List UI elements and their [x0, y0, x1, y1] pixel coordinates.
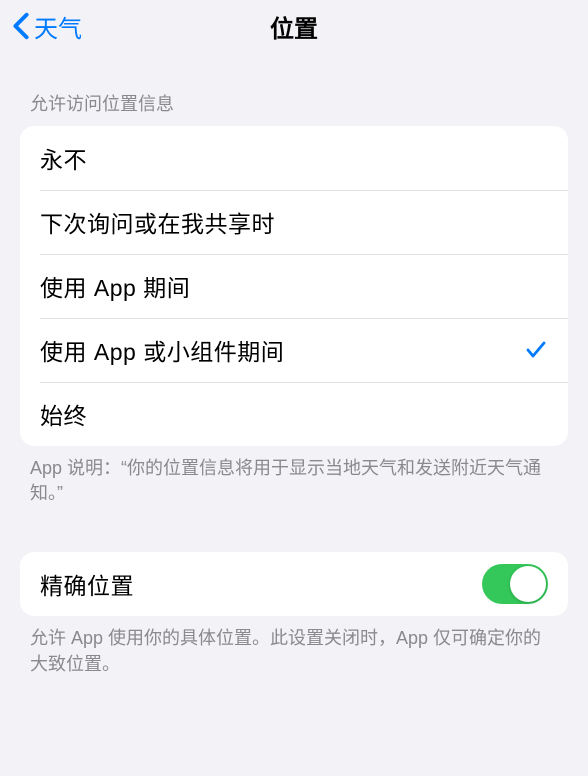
- nav-bar: 天气 位置: [0, 0, 588, 52]
- spacer: [0, 506, 588, 552]
- content: 允许访问位置信息 永不 下次询问或在我共享时 使用 App 期间 使用 App …: [0, 52, 588, 677]
- toggle-knob: [510, 566, 546, 602]
- option-label: 始终: [40, 397, 87, 431]
- option-label: 使用 App 期间: [40, 269, 190, 303]
- option-label: 下次询问或在我共享时: [40, 205, 275, 239]
- precise-location-toggle[interactable]: [482, 564, 548, 604]
- precise-location-label: 精确位置: [40, 567, 134, 601]
- precise-location-group: 精确位置: [20, 552, 568, 616]
- page-title: 位置: [270, 9, 318, 44]
- location-access-group: 永不 下次询问或在我共享时 使用 App 期间 使用 App 或小组件期间 始终: [20, 126, 568, 446]
- back-button[interactable]: 天气: [8, 5, 86, 48]
- option-never[interactable]: 永不: [20, 126, 568, 190]
- section-footer-app-description: App 说明：“你的位置信息将用于显示当地天气和发送附近天气通知。”: [0, 446, 588, 506]
- option-while-using-app[interactable]: 使用 App 期间: [20, 254, 568, 318]
- chevron-left-icon: [12, 12, 30, 40]
- option-label: 永不: [40, 141, 87, 175]
- option-always[interactable]: 始终: [20, 382, 568, 446]
- precise-location-cell: 精确位置: [20, 552, 568, 616]
- section-header-location-access: 允许访问位置信息: [0, 90, 588, 126]
- option-label: 使用 App 或小组件期间: [40, 333, 284, 367]
- check-icon: [524, 338, 548, 362]
- option-while-using-app-or-widgets[interactable]: 使用 App 或小组件期间: [20, 318, 568, 382]
- option-ask-next-time[interactable]: 下次询问或在我共享时: [20, 190, 568, 254]
- back-label: 天气: [34, 9, 82, 44]
- section-footer-precise-location: 允许 App 使用你的具体位置。此设置关闭时，App 仅可确定你的大致位置。: [0, 616, 588, 676]
